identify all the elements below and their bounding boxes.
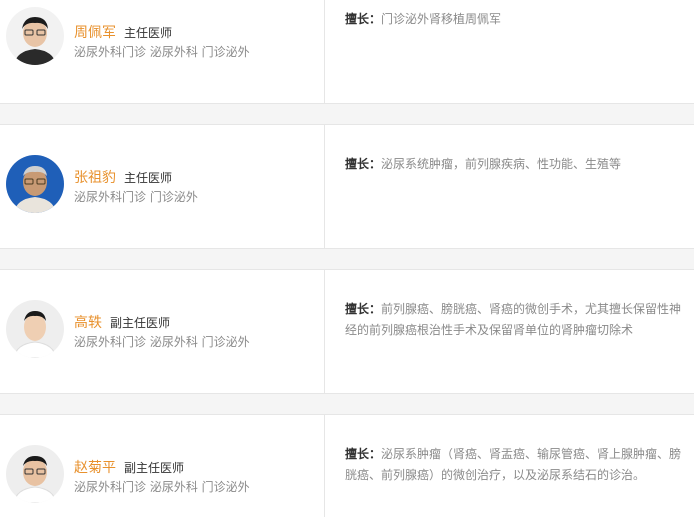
doctor-card[interactable]: 赵菊平 副主任医师 泌尿外科门诊 泌尿外科 门诊泌外 擅长：泌尿系肿瘤（肾癌、肾盂… bbox=[0, 415, 694, 517]
doctor-card[interactable]: 周佩军 主任医师 泌尿外科门诊 泌尿外科 门诊泌外 擅长：门诊泌外肾移植周佩军 bbox=[0, 0, 694, 103]
specialty-text: 前列腺癌、膀胱癌、肾癌的微创手术，尤其擅长保留性神经的前列腺癌根治性手术及保留肾… bbox=[345, 302, 682, 337]
doctor-department: 泌尿外科门诊 泌尿外科 门诊泌外 bbox=[74, 45, 250, 59]
specialty-label: 擅长： bbox=[345, 157, 382, 171]
doctor-card[interactable]: 高轶 副主任医师 泌尿外科门诊 泌尿外科 门诊泌外 擅长：前列腺癌、膀胱癌、肾癌的… bbox=[0, 270, 694, 393]
doctor-title: 主任医师 bbox=[124, 26, 173, 40]
doctor-name[interactable]: 赵菊平 bbox=[74, 460, 116, 476]
doctor-department: 泌尿外科门诊 门诊泌外 bbox=[74, 190, 198, 204]
specialty-text: 泌尿系肿瘤（肾癌、肾盂癌、输尿管癌、肾上腺肿瘤、膀胱癌、前列腺癌）的微创治疗，以… bbox=[345, 447, 682, 482]
card-divider bbox=[324, 415, 325, 517]
doctor-specialty: 擅长：前列腺癌、膀胱癌、肾癌的微创手术，尤其擅长保留性神经的前列腺癌根治性手术及… bbox=[345, 299, 687, 341]
card-divider bbox=[324, 125, 325, 248]
doctor-department: 泌尿外科门诊 泌尿外科 门诊泌外 bbox=[74, 335, 250, 349]
doctor-name[interactable]: 高轶 bbox=[74, 315, 102, 331]
doctor-avatar-icon[interactable] bbox=[6, 445, 64, 503]
card-separator bbox=[0, 103, 694, 125]
specialty-label: 擅长： bbox=[345, 447, 382, 461]
doctor-avatar-icon[interactable] bbox=[6, 300, 64, 358]
doctor-specialty: 擅长：泌尿系肿瘤（肾癌、肾盂癌、输尿管癌、肾上腺肿瘤、膀胱癌、前列腺癌）的微创治… bbox=[345, 444, 687, 486]
card-divider bbox=[324, 270, 325, 393]
doctor-name[interactable]: 周佩军 bbox=[74, 25, 116, 41]
doctor-department: 泌尿外科门诊 泌尿外科 门诊泌外 bbox=[74, 480, 250, 494]
doctor-card[interactable]: 张祖豹 主任医师 泌尿外科门诊 门诊泌外 擅长：泌尿系统肿瘤，前列腺疾病、性功能、… bbox=[0, 125, 694, 248]
doctor-name[interactable]: 张祖豹 bbox=[74, 170, 116, 186]
doctor-avatar-icon[interactable] bbox=[6, 155, 64, 213]
doctor-title: 主任医师 bbox=[124, 171, 173, 185]
doctor-name-row: 高轶 副主任医师 bbox=[74, 312, 170, 332]
card-separator bbox=[0, 248, 694, 270]
card-separator bbox=[0, 393, 694, 415]
doctor-specialty: 擅长：门诊泌外肾移植周佩军 bbox=[345, 9, 687, 30]
doctor-name-row: 赵菊平 副主任医师 bbox=[74, 457, 184, 477]
specialty-label: 擅长： bbox=[345, 12, 382, 26]
doctor-title: 副主任医师 bbox=[110, 316, 171, 330]
card-divider bbox=[324, 0, 325, 103]
doctor-name-row: 周佩军 主任医师 bbox=[74, 22, 172, 42]
specialty-text: 泌尿系统肿瘤，前列腺疾病、性功能、生殖等 bbox=[381, 157, 622, 171]
doctor-avatar-icon[interactable] bbox=[6, 7, 64, 65]
specialty-text: 门诊泌外肾移植周佩军 bbox=[381, 12, 502, 26]
doctor-name-row: 张祖豹 主任医师 bbox=[74, 167, 172, 187]
specialty-label: 擅长： bbox=[345, 302, 382, 316]
doctor-title: 副主任医师 bbox=[124, 461, 185, 475]
doctor-specialty: 擅长：泌尿系统肿瘤，前列腺疾病、性功能、生殖等 bbox=[345, 154, 687, 175]
